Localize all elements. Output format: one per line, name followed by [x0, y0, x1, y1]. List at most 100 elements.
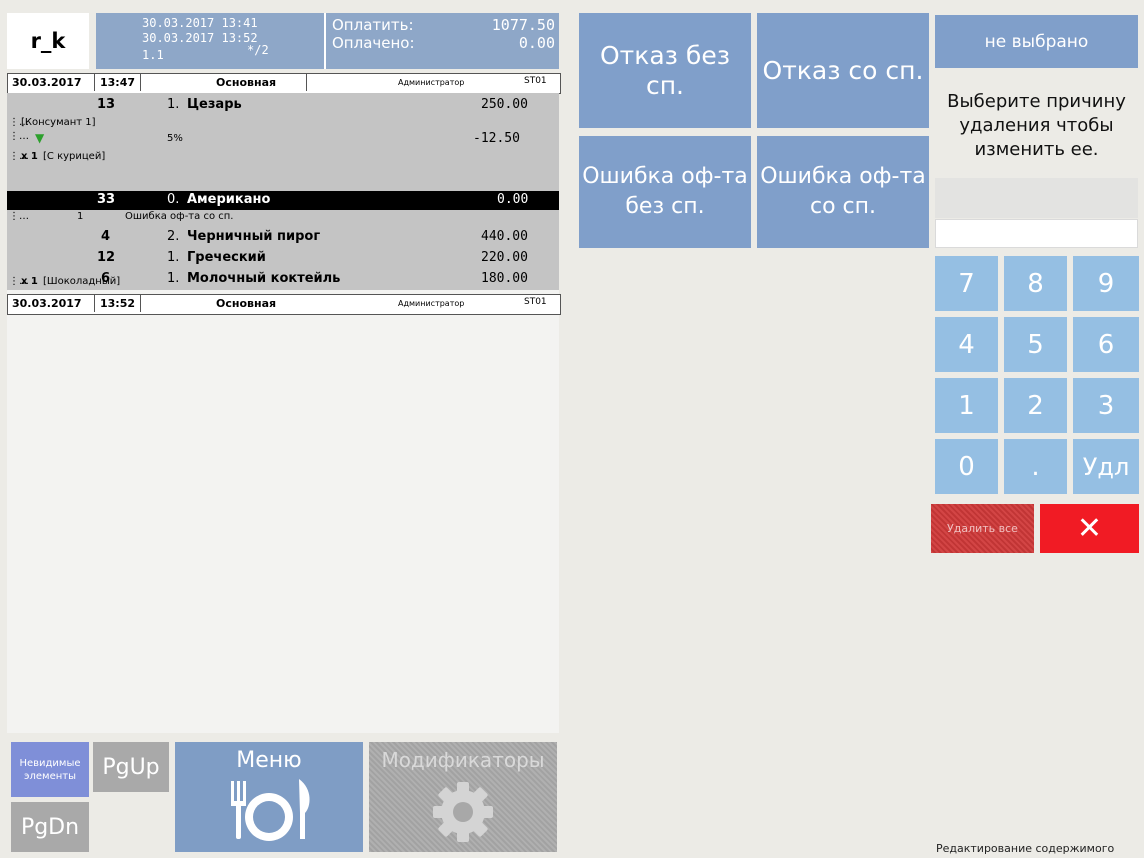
section-time: 13:52 — [100, 297, 136, 310]
key-0[interactable]: 0 — [935, 439, 998, 494]
key-label: 4 — [958, 329, 975, 360]
to-pay-value: 1077.50 — [491, 16, 555, 34]
guest-count: */2 — [247, 43, 269, 57]
divider-strip — [935, 178, 1138, 218]
reason-waiter-error-writeoff-button[interactable]: Ошибка оф-та со сп. — [757, 136, 929, 248]
reason-label: Отказ со сп. — [762, 55, 924, 85]
payment-panel: Оплатить: 1077.50 Оплачено: 0.00 — [324, 13, 559, 69]
item-code: 33 — [97, 192, 116, 207]
modifier-name: [Шоколадный] — [43, 276, 121, 287]
invisible-elements-button[interactable]: Невидимые элементы — [11, 742, 89, 797]
order-items: 13 1. Цезарь 250.00 ⋮… [Консумант 1] ⋮… … — [7, 93, 559, 290]
item-qty: 1. — [167, 97, 180, 112]
hint-text: Выберите причину удаления чтобы изменить… — [947, 91, 1126, 160]
reason-select-button[interactable]: не выбрано — [935, 15, 1138, 68]
modifier-qty: x 1 — [21, 151, 38, 162]
logo-text: r_k — [30, 29, 66, 53]
section-station: ST01 — [524, 76, 547, 86]
key-label: 1 — [958, 390, 975, 421]
logo: r_k — [7, 13, 89, 69]
key-label: 0 — [958, 451, 975, 482]
item-name: Американо — [187, 192, 271, 207]
gear-icon — [433, 782, 493, 842]
item-qty: 1. — [167, 250, 180, 265]
section-name: Основная — [216, 76, 277, 89]
item-price: 440.00 — [481, 229, 528, 244]
key-label: 2 — [1027, 390, 1044, 421]
key-label: 5 — [1027, 329, 1044, 360]
key-label: Удл — [1082, 452, 1130, 481]
item-price: 0.00 — [497, 192, 529, 207]
discount-value: -12.50 — [473, 131, 520, 146]
page-up-button[interactable]: PgUp — [93, 742, 169, 792]
item-name: Молочный коктейль — [187, 271, 341, 286]
page-down-button[interactable]: PgDn — [11, 802, 89, 852]
section-date: 30.03.2017 — [12, 76, 82, 89]
date-now: 30.03.2017 13:52 — [142, 31, 258, 45]
discount-percent: 5% — [167, 133, 183, 144]
key-5[interactable]: 5 — [1004, 317, 1067, 372]
key-9[interactable]: 9 — [1073, 256, 1139, 311]
close-glyph: ✕ — [1076, 511, 1103, 546]
plate-cutlery-icon — [231, 779, 310, 841]
paid-label: Оплачено: — [332, 34, 415, 52]
section-header: 30.03.2017 13:52 Основная Администратор … — [7, 294, 561, 315]
delete-all-label: Удалить все — [947, 522, 1018, 535]
date-open: 30.03.2017 13:41 — [142, 16, 258, 30]
reason-refuse-no-writeoff-button[interactable]: Отказ без сп. — [579, 13, 751, 128]
reason-label: Ошибка оф-та без сп. — [582, 164, 748, 219]
reason-label: Отказ без сп. — [600, 40, 730, 100]
key-label: 6 — [1097, 329, 1115, 360]
section-name: Основная — [216, 297, 277, 310]
modifiers-label: Модификаторы — [381, 748, 545, 772]
modifier-name: [С курицей] — [43, 151, 106, 162]
numeric-input[interactable] — [935, 219, 1138, 248]
key-label: 8 — [1027, 268, 1044, 299]
key-1[interactable]: 1 — [935, 378, 998, 433]
key-7[interactable]: 7 — [935, 256, 998, 311]
item-code: 4 — [101, 229, 111, 244]
key-label: 9 — [1097, 268, 1115, 299]
invisible-elements-label: Невидимые элементы — [19, 757, 81, 782]
close-icon[interactable]: ✕ — [1040, 504, 1139, 553]
item-name: Цезарь — [187, 97, 242, 112]
key-6[interactable]: 6 — [1073, 317, 1139, 372]
key-8[interactable]: 8 — [1004, 256, 1067, 311]
reason-waiter-error-no-writeoff-button[interactable]: Ошибка оф-та без сп. — [579, 136, 751, 248]
void-qty: 1 — [77, 211, 84, 222]
section-user: Администратор — [398, 78, 465, 87]
menu-label: Меню — [236, 748, 302, 773]
section-date: 30.03.2017 — [12, 297, 82, 310]
item-name: Черничный пирог — [187, 229, 321, 244]
key-backspace[interactable]: Удл — [1073, 439, 1139, 494]
menu-button[interactable]: Меню — [175, 742, 363, 852]
to-pay-label: Оплатить: — [332, 16, 414, 34]
reason-select-label: не выбрано — [984, 31, 1089, 52]
delete-all-button[interactable]: Удалить все — [931, 504, 1034, 553]
order-list[interactable]: 30.03.2017 13:47 Основная Администратор … — [7, 73, 561, 733]
reason-refuse-writeoff-button[interactable]: Отказ со сп. — [757, 13, 929, 128]
modifier-qty: x 1 — [21, 276, 38, 287]
item-price: 180.00 — [481, 271, 528, 286]
section-station: ST01 — [524, 297, 547, 307]
item-code: 13 — [97, 97, 116, 112]
status-text: Редактирование содержимого — [936, 842, 1115, 855]
key-2[interactable]: 2 — [1004, 378, 1067, 433]
key-label: . — [1031, 451, 1040, 482]
section-user: Администратор — [398, 299, 465, 308]
key-3[interactable]: 3 — [1073, 378, 1139, 433]
modifiers-button[interactable]: Модификаторы — [369, 742, 557, 852]
key-label: 3 — [1097, 390, 1115, 421]
key-4[interactable]: 4 — [935, 317, 998, 372]
item-qty: 0. — [167, 192, 180, 207]
page-down-label: PgDn — [20, 814, 80, 840]
key-dot[interactable]: . — [1004, 439, 1067, 494]
consumer-name: [Консумант 1] — [21, 117, 96, 128]
item-price: 250.00 — [481, 97, 528, 112]
void-reason: Ошибка оф-та со сп. — [125, 211, 234, 222]
order-row-selected[interactable]: 33 0. Американо 0.00 — [7, 191, 559, 210]
paid-value: 0.00 — [518, 34, 555, 52]
reason-label: Ошибка оф-та со сп. — [760, 164, 926, 219]
order-info-panel: 30.03.2017 13:41 30.03.2017 13:52 1.1 */… — [96, 13, 324, 69]
page-up-label: PgUp — [102, 754, 160, 780]
